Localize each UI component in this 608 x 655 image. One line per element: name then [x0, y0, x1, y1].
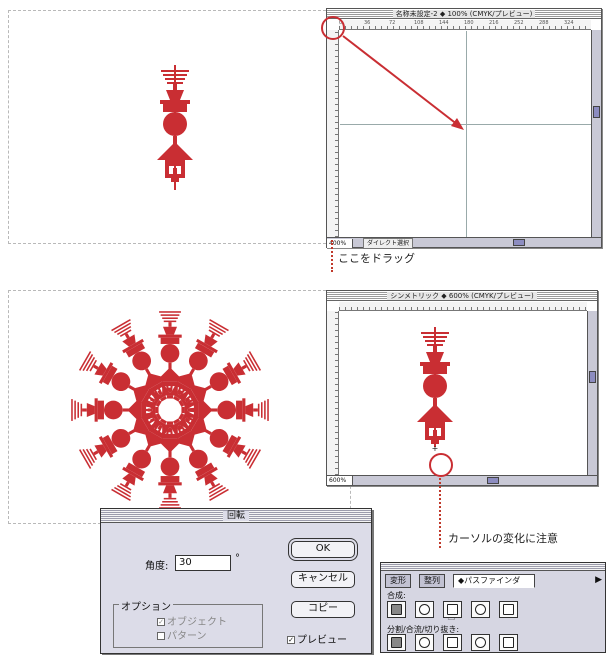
tab-pathfinder[interactable]: ◆パスファインダ	[453, 574, 535, 588]
minus-back-icon	[503, 604, 514, 615]
exclude-icon	[447, 604, 458, 615]
unite-button[interactable]	[387, 601, 406, 618]
unite-icon	[391, 604, 402, 615]
intersect-button[interactable]	[415, 601, 434, 618]
exclude-button[interactable]	[443, 601, 462, 618]
crop-button[interactable]	[471, 634, 490, 651]
divide-icon	[391, 637, 402, 648]
preview-label: プレビュー	[297, 635, 347, 646]
minus-front-icon	[475, 604, 486, 615]
options-label: オプション	[119, 598, 173, 613]
pattern-label: パターン	[167, 631, 207, 642]
palette-menu-arrow-icon[interactable]: ▶	[595, 575, 602, 585]
divide-button[interactable]	[387, 634, 406, 651]
intersect-icon	[419, 604, 430, 615]
pattern-check-mark[interactable]	[157, 632, 165, 640]
rotate-dialog-title: 回転	[222, 511, 249, 521]
angle-label: 角度:	[145, 561, 169, 572]
rotate-dialog: 回転 角度: 30 ° オプション ✓ オブジェクト パターン OK キャンセル …	[100, 508, 372, 654]
caption-2: カーソルの変化に注意	[448, 532, 558, 545]
rotate-dialog-title-bar[interactable]: 回転	[101, 509, 371, 523]
palette-title-bar[interactable]	[381, 563, 605, 571]
minus-front-button[interactable]	[471, 601, 490, 618]
crop-icon	[475, 637, 486, 648]
outline-icon	[503, 637, 514, 648]
caption-leader-2	[439, 478, 441, 548]
angle-input[interactable]: 30	[175, 555, 231, 571]
object-check-mark[interactable]: ✓	[157, 618, 165, 626]
tab-align[interactable]: 整列	[419, 574, 445, 588]
preview-checkbox[interactable]: ✓ プレビュー	[287, 631, 347, 646]
merge-button[interactable]	[443, 634, 462, 651]
trim-icon	[419, 637, 430, 648]
pathfinder-palette: 変形 整列 ◆パスファインダ ▶ 合成: 分割/合流/切り抜き: ☝	[380, 562, 606, 653]
copy-button[interactable]: コピー	[291, 601, 355, 618]
minus-back-button[interactable]	[499, 601, 518, 618]
outline-button[interactable]	[499, 634, 518, 651]
tab-transform[interactable]: 変形	[385, 574, 411, 588]
cancel-button[interactable]: キャンセル	[291, 571, 355, 588]
degree-symbol: °	[235, 553, 240, 564]
ok-button[interactable]: OK	[291, 541, 355, 558]
object-checkbox[interactable]: ✓ オブジェクト	[157, 613, 227, 628]
trim-button[interactable]	[415, 634, 434, 651]
preview-check-mark[interactable]: ✓	[287, 636, 295, 644]
cursor-highlight-circle	[429, 453, 453, 477]
combine-label: 合成:	[387, 591, 406, 600]
merge-icon	[447, 637, 458, 648]
pattern-checkbox[interactable]: パターン	[157, 627, 207, 642]
